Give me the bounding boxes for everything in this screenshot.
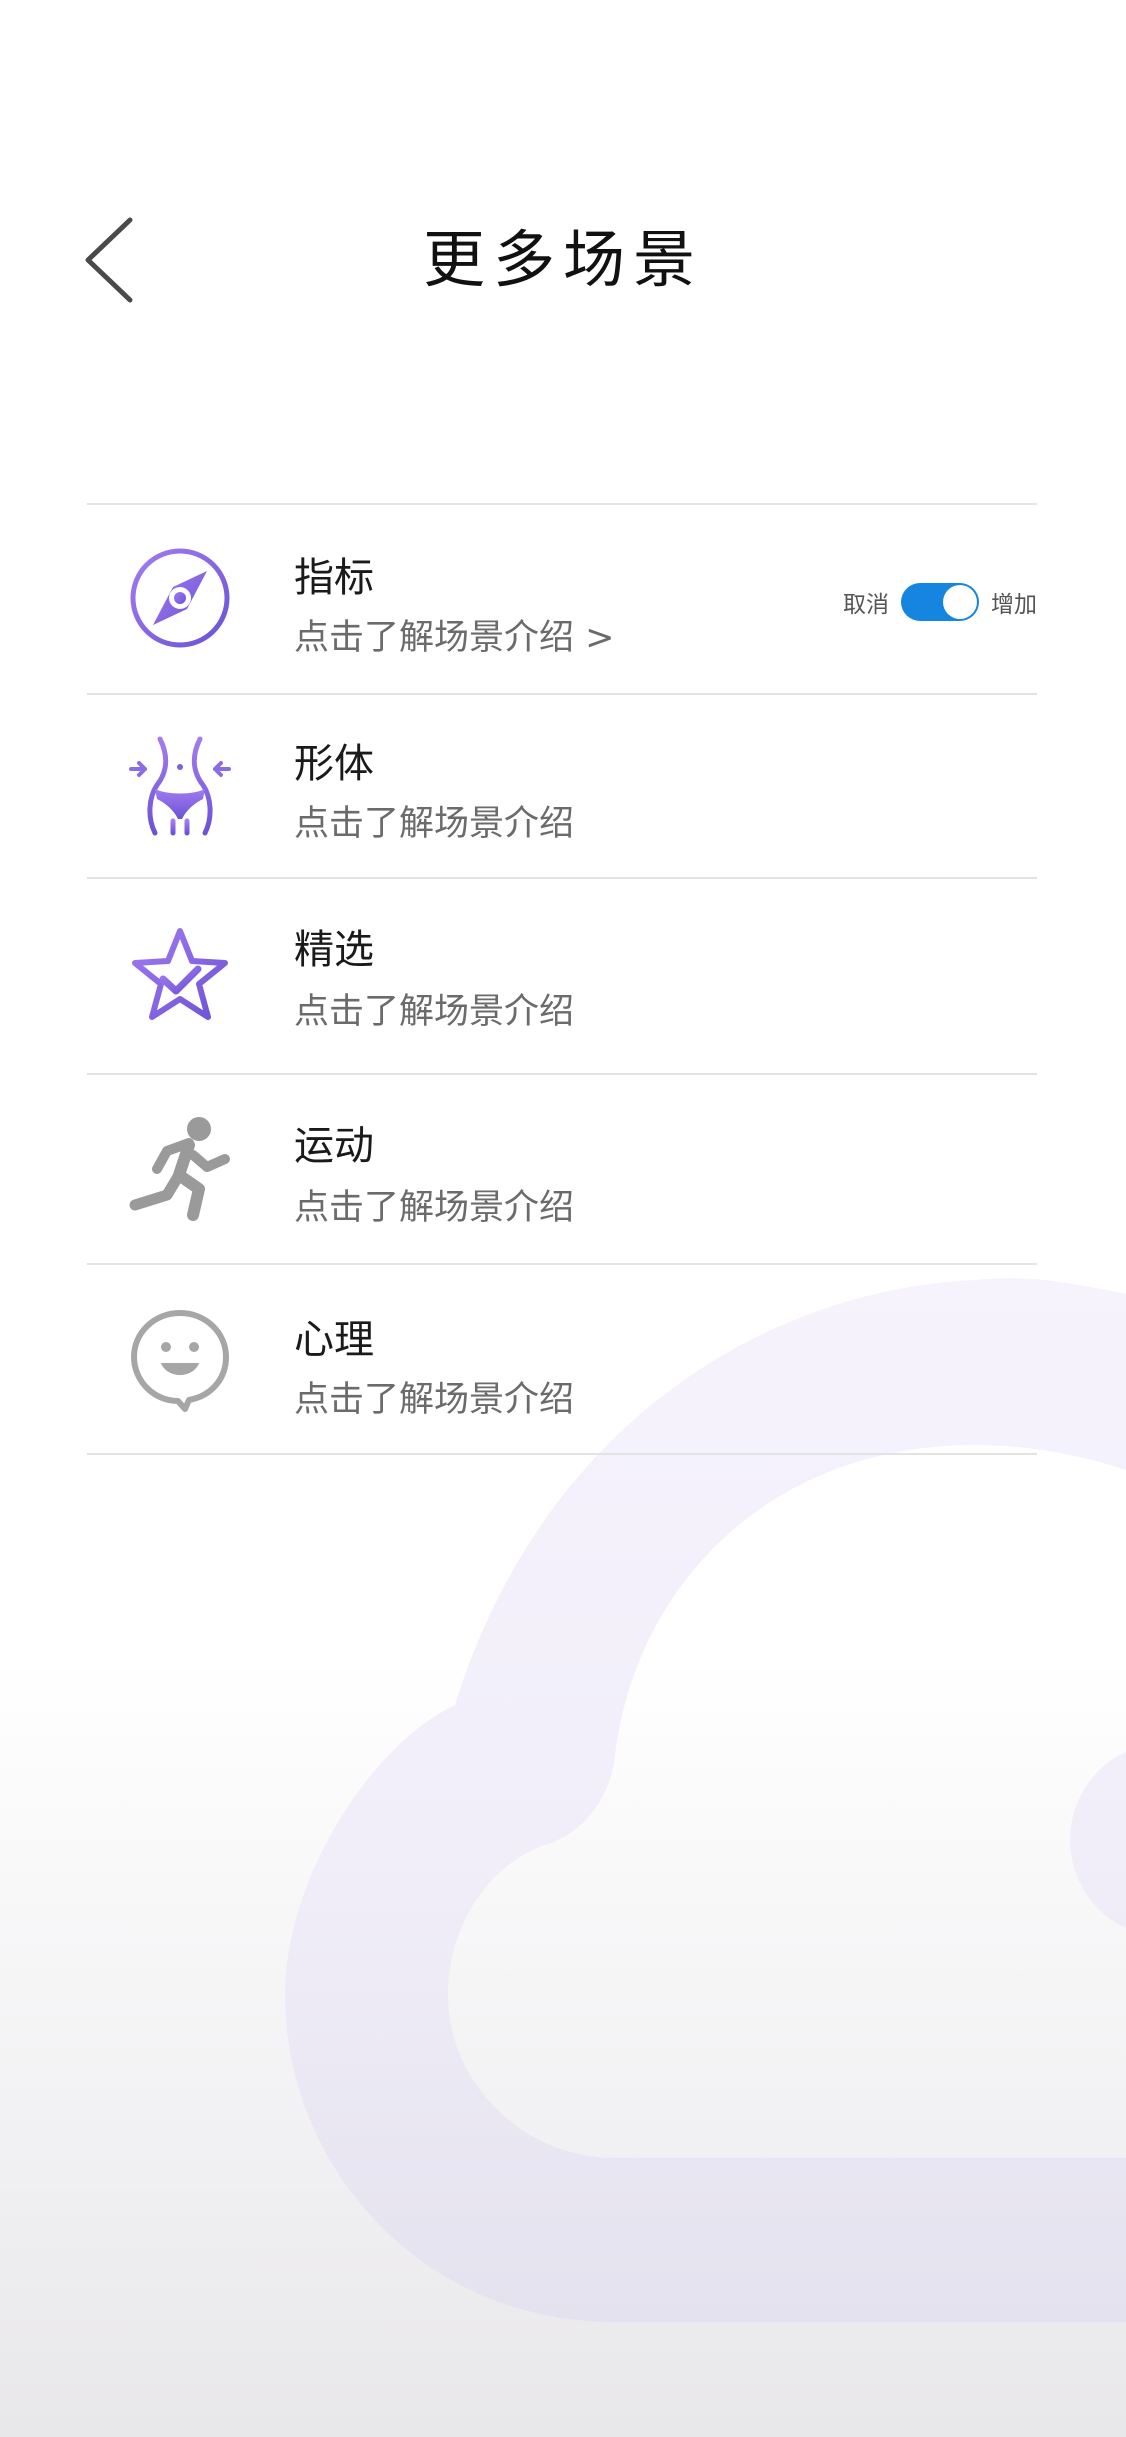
toggle-knob xyxy=(943,585,977,619)
star-check-icon xyxy=(127,923,233,1029)
smiley-chat-icon xyxy=(127,1307,233,1413)
compass-icon xyxy=(127,545,233,651)
waist-body-icon xyxy=(127,733,233,839)
scene-item-body-shape[interactable]: 形体 点击了解场景介绍 xyxy=(87,695,1037,879)
scene-title: 形体 xyxy=(294,741,374,787)
scene-subtitle: 点击了解场景介绍 > xyxy=(294,618,615,658)
running-person-icon xyxy=(127,1115,233,1221)
scene-subtitle: 点击了解场景介绍 xyxy=(294,1380,575,1420)
scene-subtitle: 点击了解场景介绍 xyxy=(294,1188,575,1228)
scene-item-psychology[interactable]: 心理 点击了解场景介绍 xyxy=(87,1265,1037,1455)
scene-list: 指标 点击了解场景介绍 > 取消 增加 形体 点击了解场景介绍 精选 点击了解场… xyxy=(87,503,1037,1455)
scene-subtitle: 点击了解场景介绍 xyxy=(294,804,575,844)
scene-title: 心理 xyxy=(294,1317,374,1363)
toggle-on-label: 增加 xyxy=(991,592,1037,618)
add-toggle-group: 取消 增加 xyxy=(843,582,1037,622)
scene-title: 运动 xyxy=(294,1123,374,1169)
scene-subtitle: 点击了解场景介绍 xyxy=(294,992,575,1032)
page-title: 更多场景 xyxy=(422,223,703,296)
scene-item-featured[interactable]: 精选 点击了解场景介绍 xyxy=(87,879,1037,1075)
add-scene-toggle[interactable] xyxy=(901,583,979,621)
scene-item-indicator[interactable]: 指标 点击了解场景介绍 > 取消 增加 xyxy=(87,505,1037,695)
scene-item-exercise[interactable]: 运动 点击了解场景介绍 xyxy=(87,1075,1037,1265)
scene-title: 精选 xyxy=(294,927,374,973)
toggle-off-label: 取消 xyxy=(843,592,889,618)
scene-title: 指标 xyxy=(294,555,374,601)
header: 更多场景 xyxy=(0,200,1126,320)
